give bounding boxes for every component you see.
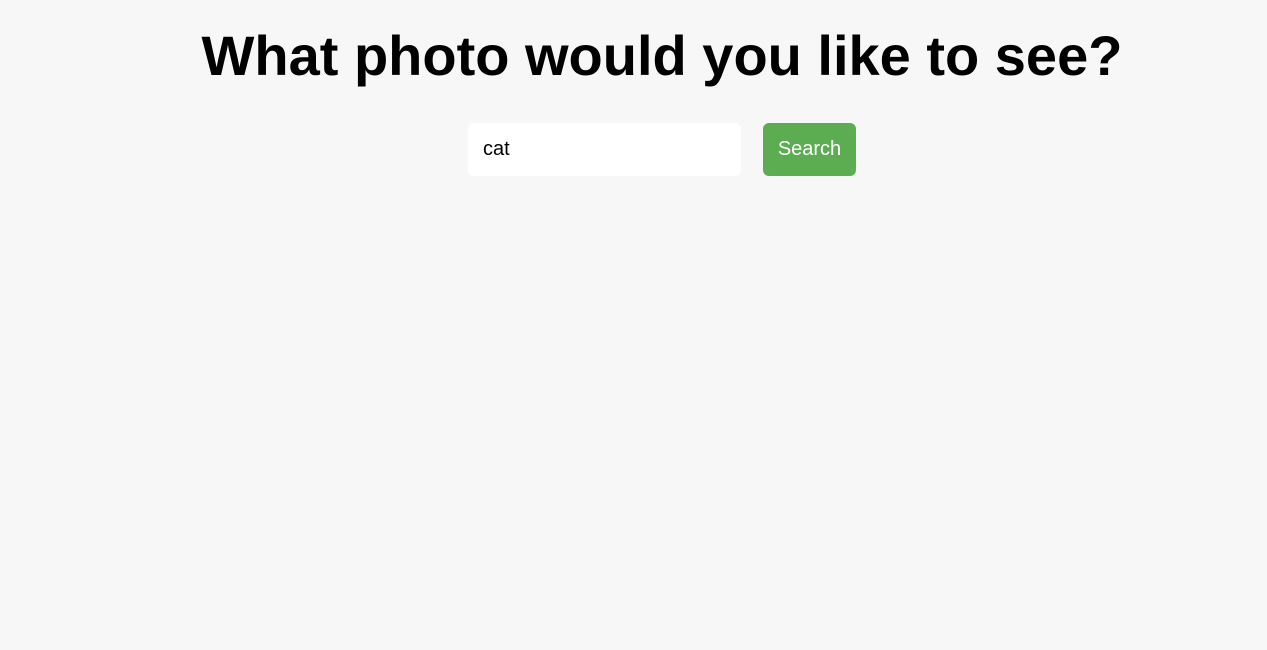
- search-button[interactable]: Search: [763, 123, 856, 176]
- page-title: What photo would you like to see?: [201, 24, 1123, 87]
- search-form: Search: [468, 123, 856, 176]
- search-input[interactable]: [468, 123, 741, 176]
